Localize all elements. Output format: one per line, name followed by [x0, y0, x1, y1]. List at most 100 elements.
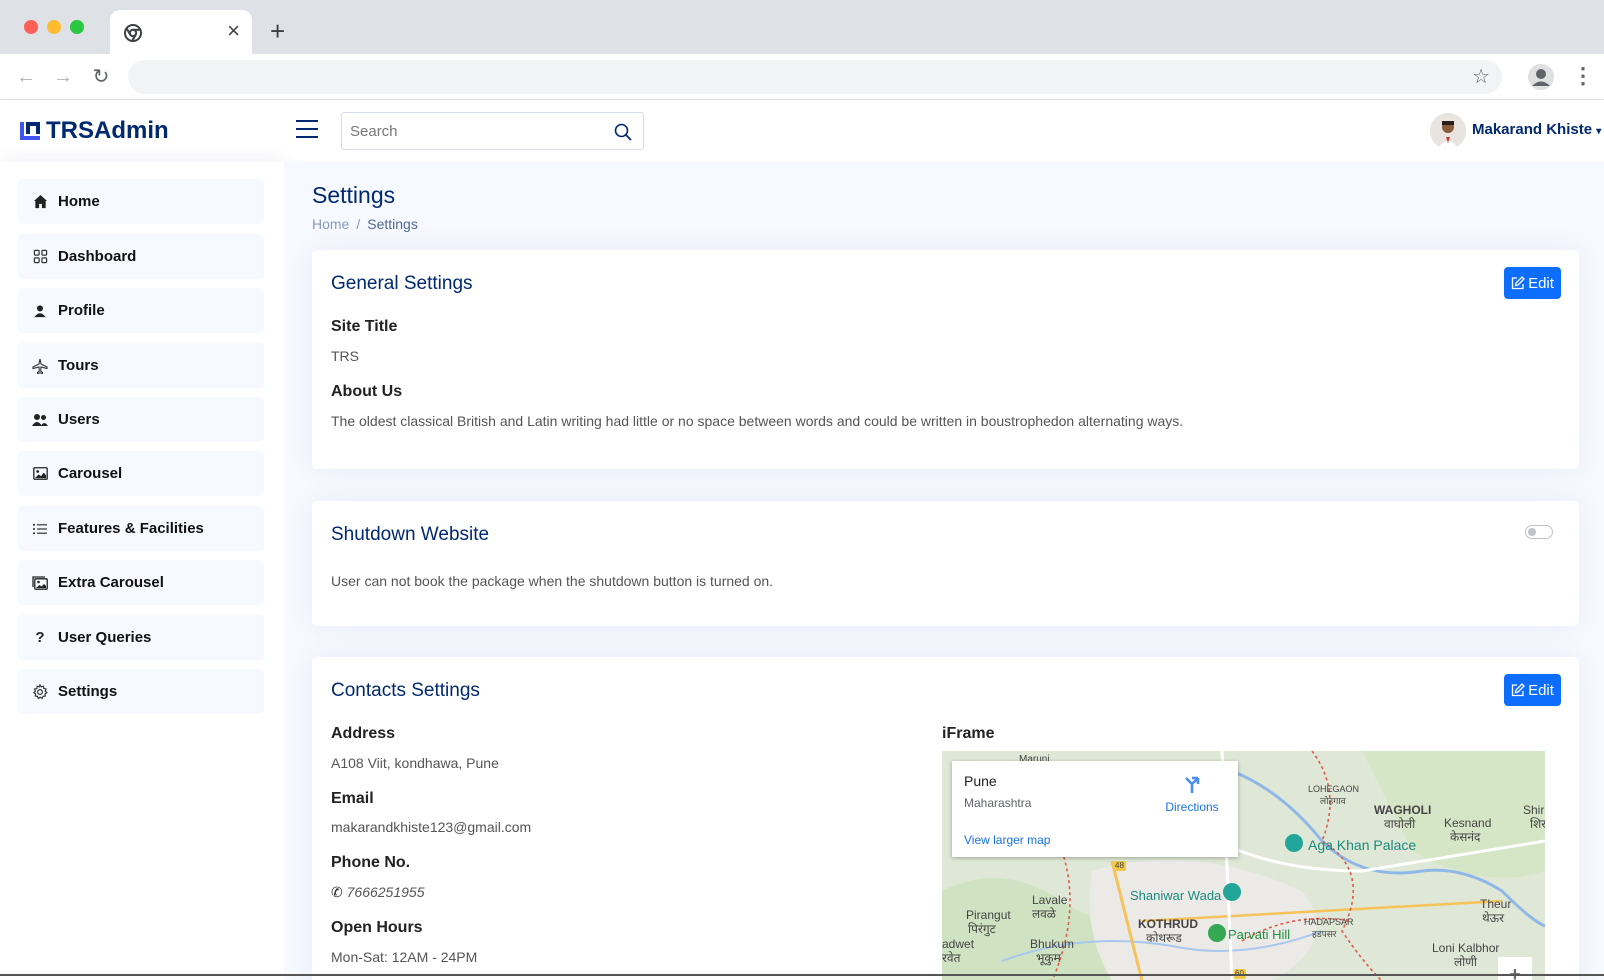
- sidebar-item-label: Dashboard: [58, 248, 137, 265]
- map-label-shirur-mr: शिर: [1530, 817, 1545, 831]
- logo-icon: [20, 122, 40, 140]
- sidebar-item-label: Users: [58, 411, 100, 428]
- hamburger-menu-icon[interactable]: [296, 120, 318, 140]
- map-place-name: Pune: [964, 773, 997, 789]
- breadcrumb-current: Settings: [367, 216, 418, 232]
- general-settings-card: General Settings Edit Site Title TRS Abo…: [312, 250, 1579, 469]
- question-icon: ?: [35, 629, 45, 646]
- map-place-region: Maharashtra: [964, 796, 1032, 810]
- map-label-shaniwar: Shaniwar Wada: [1130, 888, 1222, 903]
- sidebar-item-extra-carousel[interactable]: Extra Carousel: [18, 560, 264, 605]
- sidebar-item-label: Profile: [58, 302, 105, 319]
- open-hours-label: Open Hours: [331, 919, 423, 936]
- map-directions-button[interactable]: Directions: [1162, 773, 1222, 814]
- grid-icon: [32, 249, 48, 265]
- logo[interactable]: TRSAdmin: [18, 116, 169, 146]
- map-label-lavale-mr: लवळे: [1032, 907, 1056, 921]
- reload-icon[interactable]: ↻: [90, 66, 112, 88]
- browser-menu-icon[interactable]: ⋮: [1572, 64, 1594, 88]
- map-label-lohegaon: LOHEGAON: [1308, 784, 1360, 794]
- about-us-label: About Us: [331, 383, 403, 400]
- avatar[interactable]: [1430, 113, 1466, 149]
- sidebar-item-dashboard[interactable]: Dashboard: [18, 234, 264, 279]
- search-bar: [341, 112, 644, 150]
- url-bar[interactable]: ☆: [128, 60, 1502, 94]
- logo-text: TRSAdmin: [46, 117, 169, 144]
- people-icon: [32, 412, 48, 428]
- general-settings-title: General Settings: [331, 273, 473, 294]
- sidebar-item-carousel[interactable]: Carousel: [18, 451, 264, 496]
- edit-label: Edit: [1528, 681, 1554, 699]
- image-icon: [32, 466, 48, 482]
- gear-icon: [32, 683, 48, 700]
- window-close-button[interactable]: [24, 20, 38, 34]
- site-title-value: TRS: [331, 348, 359, 364]
- sidebar-item-features[interactable]: Features & Facilities: [18, 506, 264, 551]
- browser-toolbar: ← → ↻ ☆ ⋮: [0, 54, 1604, 100]
- browser-tab[interactable]: ×: [110, 10, 252, 54]
- user-menu[interactable]: Makarand Khiste ▾: [1472, 121, 1601, 138]
- window-maximize-button[interactable]: [70, 20, 84, 34]
- images-icon: [32, 575, 48, 591]
- address-value: A108 Viit, kondhawa, Pune: [331, 755, 499, 771]
- sidebar-item-settings[interactable]: Settings: [18, 669, 264, 714]
- contacts-settings-card: Contacts Settings Edit Address A108 Viit…: [312, 657, 1579, 980]
- map-label-bhukum-mr: भूकुम: [1036, 951, 1061, 965]
- breadcrumb: Home / Settings: [312, 216, 418, 232]
- sidebar-item-label: Tours: [58, 357, 99, 374]
- search-input[interactable]: [342, 113, 602, 149]
- map-label-loni-mr: लोणी: [1454, 955, 1478, 969]
- shutdown-website-card: Shutdown Website User can not book the p…: [312, 501, 1579, 626]
- map-label-route-48: 48: [1115, 861, 1124, 870]
- page-title: Settings: [312, 182, 396, 208]
- window-minimize-button[interactable]: [47, 20, 61, 34]
- map-label-kesnand-mr: केसनंद: [1450, 830, 1481, 844]
- email-value: makarandkhiste123@gmail.com: [331, 819, 532, 835]
- sidebar: Home Dashboard Profile Tours Users Carou…: [0, 162, 284, 980]
- sidebar-item-users[interactable]: Users: [18, 397, 264, 442]
- about-us-value: The oldest classical British and Latin w…: [331, 413, 1184, 429]
- map-label-theur-mr: थेऊर: [1482, 911, 1504, 925]
- sidebar-item-label: Settings: [58, 683, 118, 700]
- phone-value: 7666251955: [346, 884, 425, 900]
- browser-tab-bar: × +: [0, 0, 1604, 54]
- map-label-kothrud-mr: कोथरूड: [1146, 931, 1182, 945]
- map-label-parvati: Parvati Hill: [1228, 927, 1291, 942]
- back-arrow-icon[interactable]: ←: [15, 66, 37, 88]
- forward-arrow-icon[interactable]: →: [52, 66, 74, 88]
- new-tab-icon[interactable]: +: [270, 18, 285, 44]
- map-embed[interactable]: + Maruni LOHEGAON लोहगाव WAGHOLI वाघोली …: [942, 751, 1545, 980]
- sidebar-item-label: Extra Carousel: [58, 574, 164, 591]
- shutdown-toggle[interactable]: [1525, 525, 1553, 539]
- address-label: Address: [331, 725, 396, 742]
- sidebar-item-profile[interactable]: Profile: [18, 288, 264, 333]
- phone-value-wrap: ✆ 7666251955: [331, 884, 425, 901]
- map-label-aga-khan: Aga Khan Palace: [1308, 837, 1417, 853]
- map-label-pirangut-mr: पिरंगुट: [968, 922, 996, 936]
- shutdown-title: Shutdown Website: [331, 524, 490, 545]
- map-label-lohegaon-mr: लोहगाव: [1320, 796, 1346, 806]
- map-label-hadapsar: HADAPSAR: [1304, 917, 1354, 927]
- close-tab-icon[interactable]: ×: [227, 20, 240, 42]
- sidebar-item-home[interactable]: Home: [18, 179, 264, 224]
- map-info-popup: Pune Maharashtra Directions View larger …: [952, 761, 1238, 857]
- bookmark-star-icon[interactable]: ☆: [1472, 66, 1490, 88]
- search-icon[interactable]: [613, 122, 633, 142]
- email-label: Email: [331, 790, 374, 807]
- breadcrumb-home[interactable]: Home: [312, 216, 349, 232]
- edit-label: Edit: [1528, 274, 1554, 292]
- contacts-edit-button[interactable]: Edit: [1504, 674, 1561, 706]
- app-header: TRSAdmin Makarand Khiste ▾: [0, 100, 1604, 162]
- iframe-label: iFrame: [942, 725, 995, 742]
- view-larger-map-link[interactable]: View larger map: [964, 833, 1050, 847]
- list-icon: [32, 521, 48, 537]
- person-icon: [32, 303, 48, 319]
- sidebar-item-tours[interactable]: Tours: [18, 343, 264, 388]
- browser-account-icon[interactable]: [1528, 64, 1554, 90]
- general-edit-button[interactable]: Edit: [1504, 267, 1561, 299]
- map-label-hadapsar-mr: हडपसर: [1312, 929, 1337, 939]
- edit-icon: [1511, 276, 1525, 290]
- house-icon: [32, 194, 48, 210]
- sidebar-item-user-queries[interactable]: ? User Queries: [18, 615, 264, 660]
- contacts-settings-title: Contacts Settings: [331, 680, 480, 701]
